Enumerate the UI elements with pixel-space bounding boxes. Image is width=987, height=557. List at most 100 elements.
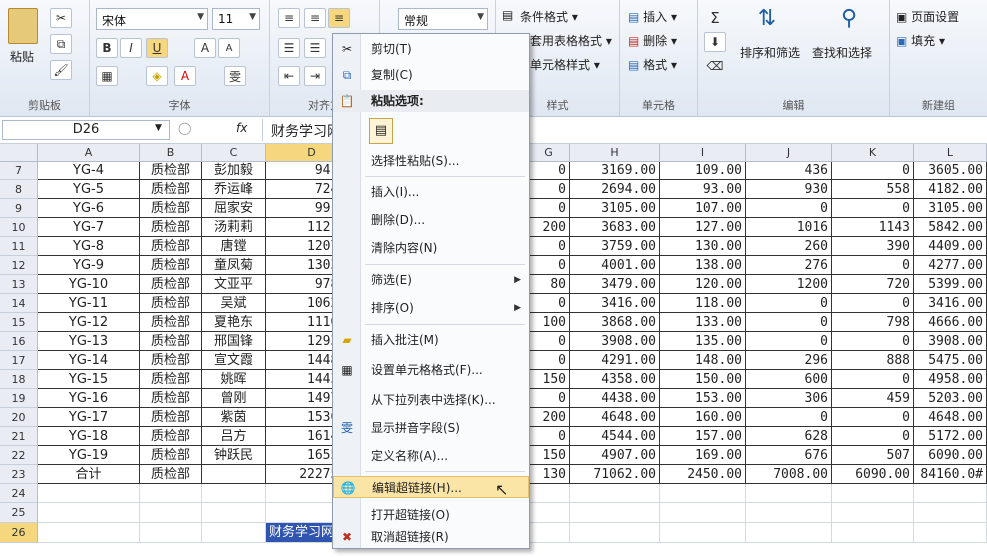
- table-cell[interactable]: [832, 484, 914, 503]
- menu-item-phonetic[interactable]: 雯 显示拼音字段(S): [333, 417, 529, 439]
- table-cell[interactable]: 质检部: [140, 332, 202, 351]
- paste-icon[interactable]: [8, 8, 38, 44]
- fx-icon[interactable]: fx: [236, 121, 247, 135]
- table-cell[interactable]: 3908.00: [914, 332, 987, 351]
- table-cell[interactable]: 夏艳东: [202, 313, 266, 332]
- table-cell[interactable]: 200: [528, 408, 570, 427]
- menu-item-open-hyperlink[interactable]: 打开超链接(O): [333, 504, 529, 526]
- table-cell[interactable]: 质检部: [140, 180, 202, 199]
- row-header[interactable]: 10: [0, 218, 38, 237]
- row-header[interactable]: 23: [0, 465, 38, 484]
- row-header[interactable]: 11: [0, 237, 38, 256]
- table-cell[interactable]: 4648.00: [570, 408, 660, 427]
- table-cell[interactable]: 5475.00: [914, 351, 987, 370]
- column-header[interactable]: A: [38, 144, 140, 162]
- table-cell[interactable]: [202, 503, 266, 523]
- table-cell[interactable]: 0: [832, 370, 914, 389]
- page-setup-button[interactable]: ▣ 页面设置: [896, 8, 959, 25]
- table-cell[interactable]: 质检部: [140, 351, 202, 370]
- row-header[interactable]: 26: [0, 523, 38, 543]
- table-cell[interactable]: 118.00: [660, 294, 746, 313]
- italic-button[interactable]: I: [120, 38, 142, 58]
- menu-item-copy[interactable]: ⧉ 复制(C): [333, 64, 529, 86]
- table-cell[interactable]: YG-16: [38, 389, 140, 408]
- table-cell[interactable]: YG-10: [38, 275, 140, 294]
- table-cell[interactable]: 5842.00: [914, 218, 987, 237]
- table-cell[interactable]: 3105.00: [570, 199, 660, 218]
- table-cell[interactable]: 109.00: [660, 162, 746, 180]
- table-cell[interactable]: YG-4: [38, 162, 140, 180]
- row-header[interactable]: 21: [0, 427, 38, 446]
- align-center-icon[interactable]: ☰: [304, 38, 326, 58]
- table-cell[interactable]: 0: [528, 332, 570, 351]
- table-cell[interactable]: [140, 523, 202, 543]
- table-cell[interactable]: 汤莉莉: [202, 218, 266, 237]
- table-cell[interactable]: 436: [746, 162, 832, 180]
- delete-cells-button[interactable]: ▤ 删除 ▾: [628, 32, 677, 49]
- select-all-corner[interactable]: [0, 144, 38, 162]
- table-cell[interactable]: 71062.00: [570, 465, 660, 484]
- table-cell[interactable]: [570, 503, 660, 523]
- table-cell[interactable]: 质检部: [140, 465, 202, 484]
- menu-item-clear[interactable]: 清除内容(N): [333, 237, 529, 259]
- table-cell[interactable]: 2694.00: [570, 180, 660, 199]
- table-cell[interactable]: 3416.00: [914, 294, 987, 313]
- table-cell[interactable]: 4001.00: [570, 256, 660, 275]
- row-header[interactable]: 25: [0, 503, 38, 523]
- table-cell[interactable]: 4907.00: [570, 446, 660, 465]
- table-cell[interactable]: 133.00: [660, 313, 746, 332]
- table-cell[interactable]: [832, 523, 914, 543]
- table-cell[interactable]: 0: [746, 332, 832, 351]
- table-cell[interactable]: [746, 523, 832, 543]
- row-header[interactable]: 24: [0, 484, 38, 503]
- table-cell[interactable]: YG-11: [38, 294, 140, 313]
- table-cell[interactable]: 4277.00: [914, 256, 987, 275]
- align-bottom-icon[interactable]: ≡: [328, 8, 350, 28]
- conditional-format-button[interactable]: ▤ 条件格式 ▾: [502, 8, 578, 25]
- table-cell[interactable]: 0: [832, 199, 914, 218]
- table-cell[interactable]: 260: [746, 237, 832, 256]
- table-cell[interactable]: 4958.00: [914, 370, 987, 389]
- table-cell[interactable]: 5203.00: [914, 389, 987, 408]
- table-cell[interactable]: [570, 484, 660, 503]
- table-cell[interactable]: [746, 503, 832, 523]
- menu-item-filter[interactable]: 筛选(E) ▶: [333, 269, 529, 291]
- table-cell[interactable]: 质检部: [140, 294, 202, 313]
- table-cell[interactable]: 153.00: [660, 389, 746, 408]
- table-cell[interactable]: [528, 484, 570, 503]
- table-cell[interactable]: [660, 484, 746, 503]
- table-cell[interactable]: [38, 484, 140, 503]
- table-cell[interactable]: 150: [528, 446, 570, 465]
- row-header[interactable]: 7: [0, 162, 38, 180]
- table-cell[interactable]: 628: [746, 427, 832, 446]
- table-cell[interactable]: 4648.00: [914, 408, 987, 427]
- insert-cells-button[interactable]: ▤ 插入 ▾: [628, 8, 677, 25]
- menu-item-pick-from-list[interactable]: 从下拉列表中选择(K)...: [333, 389, 529, 411]
- table-cell[interactable]: 5172.00: [914, 427, 987, 446]
- table-cell[interactable]: 邢国锋: [202, 332, 266, 351]
- table-cell[interactable]: 200: [528, 218, 570, 237]
- table-cell[interactable]: 276: [746, 256, 832, 275]
- table-cell[interactable]: 0: [832, 162, 914, 180]
- table-cell[interactable]: 0: [528, 180, 570, 199]
- font-name-combo[interactable]: 宋体 ▼: [96, 8, 208, 30]
- table-cell[interactable]: 0: [832, 408, 914, 427]
- find-select-button[interactable]: 查找和选择: [812, 44, 872, 61]
- table-cell[interactable]: 0: [832, 256, 914, 275]
- column-header[interactable]: B: [140, 144, 202, 162]
- table-cell[interactable]: 148.00: [660, 351, 746, 370]
- table-cell[interactable]: 0: [528, 199, 570, 218]
- table-cell[interactable]: 138.00: [660, 256, 746, 275]
- table-cell[interactable]: 质检部: [140, 427, 202, 446]
- name-box[interactable]: D26: [2, 120, 170, 140]
- table-cell[interactable]: 0: [528, 351, 570, 370]
- table-cell[interactable]: 0: [832, 332, 914, 351]
- column-header[interactable]: K: [832, 144, 914, 162]
- menu-item-paste-special[interactable]: 选择性粘贴(S)...: [333, 150, 529, 172]
- table-cell[interactable]: YG-18: [38, 427, 140, 446]
- shrink-font-button[interactable]: A: [218, 38, 240, 58]
- table-cell[interactable]: [140, 484, 202, 503]
- menu-item-remove-hyperlink[interactable]: ✖ 取消超链接(R): [333, 526, 529, 548]
- table-cell[interactable]: 3605.00: [914, 162, 987, 180]
- table-cell[interactable]: 157.00: [660, 427, 746, 446]
